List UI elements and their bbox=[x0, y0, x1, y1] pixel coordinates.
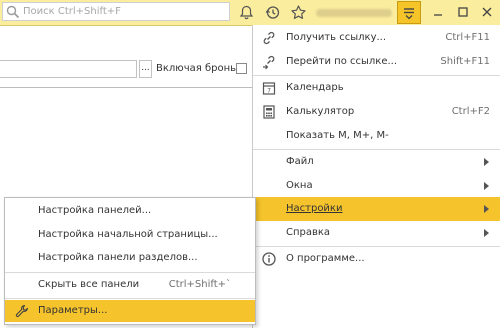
svg-text:7: 7 bbox=[267, 88, 271, 95]
settings-submenu: Настройка панелей... Настройка начальной… bbox=[4, 197, 256, 325]
submenu-arrow-icon bbox=[484, 205, 489, 213]
menu-item-label: Показать М, М+, М- bbox=[286, 130, 389, 141]
submenu-separator bbox=[5, 272, 255, 273]
submenu-arrow-icon bbox=[484, 158, 489, 166]
menu-item-goto-link[interactable]: Перейти по ссылке... Shift+F11 bbox=[253, 50, 500, 74]
calculator-icon bbox=[261, 104, 277, 120]
main-menu-dropdown: Получить ссылку... Ctrl+F11 Перейти по с… bbox=[252, 25, 500, 328]
menu-item-shortcut: Ctrl+F11 bbox=[445, 32, 490, 43]
info-icon bbox=[261, 251, 277, 267]
menu-item-label: Перейти по ссылке... bbox=[286, 56, 398, 67]
menu-item-label: Справка bbox=[286, 227, 331, 238]
submenu-item-hide-all-panels[interactable]: Скрыть все панели Ctrl+Shift+` bbox=[5, 274, 255, 296]
menu-item-label: Окна bbox=[286, 180, 313, 191]
submenu-item-start-page-setup[interactable]: Настройка начальной страницы... bbox=[5, 224, 255, 246]
menu-item-label: Файл bbox=[286, 156, 314, 167]
menu-item-help[interactable]: Справка bbox=[253, 221, 500, 245]
menu-item-settings[interactable]: Настройки bbox=[253, 197, 500, 221]
minimize-icon[interactable] bbox=[430, 4, 446, 20]
calendar-icon: 7 bbox=[261, 80, 277, 96]
submenu-item-label: Настройка панели разделов... bbox=[38, 252, 198, 263]
close-icon[interactable] bbox=[479, 4, 495, 20]
filter-input[interactable] bbox=[0, 60, 137, 78]
menu-item-windows[interactable]: Окна bbox=[253, 174, 500, 198]
menu-item-get-link[interactable]: Получить ссылку... Ctrl+F11 bbox=[253, 26, 500, 50]
reservation-label: Включая бронь: bbox=[156, 63, 240, 74]
main-menu-button[interactable] bbox=[397, 1, 421, 24]
filter-select-button[interactable]: ... bbox=[139, 60, 152, 78]
submenu-item-sections-panel-setup[interactable]: Настройка панели разделов... bbox=[5, 247, 255, 269]
menu-item-show-memory[interactable]: Показать М, М+, М- bbox=[253, 124, 500, 148]
submenu-item-label: Скрыть все панели bbox=[38, 279, 140, 290]
submenu-arrow-icon bbox=[484, 182, 489, 190]
menu-item-label: Настройки bbox=[286, 203, 342, 214]
form-divider bbox=[0, 87, 252, 88]
hamburger-menu-icon bbox=[404, 8, 414, 20]
submenu-item-parameters[interactable]: Параметры... bbox=[5, 300, 255, 322]
menu-item-about[interactable]: О программе... bbox=[253, 247, 500, 271]
star-icon[interactable] bbox=[290, 4, 307, 21]
menu-item-label-text: Настройки bbox=[286, 203, 343, 214]
menu-item-shortcut: Ctrl+F2 bbox=[451, 106, 490, 117]
menu-item-shortcut: Shift+F11 bbox=[440, 56, 490, 67]
menu-item-file[interactable]: Файл bbox=[253, 150, 500, 174]
submenu-item-label: Настройка панелей... bbox=[38, 205, 152, 216]
reservation-checkbox[interactable] bbox=[236, 63, 247, 74]
submenu-separator bbox=[5, 298, 255, 299]
search-placeholder: Поиск Ctrl+Shift+F bbox=[23, 6, 121, 17]
bell-icon[interactable] bbox=[238, 4, 255, 21]
maximize-icon[interactable] bbox=[455, 4, 471, 20]
submenu-item-shortcut: Ctrl+Shift+` bbox=[168, 279, 231, 290]
submenu-arrow-icon bbox=[484, 229, 489, 237]
submenu-item-label: Параметры... bbox=[38, 305, 108, 316]
search-icon bbox=[6, 5, 20, 19]
search-box[interactable]: Поиск Ctrl+Shift+F bbox=[2, 2, 230, 21]
menu-item-label: О программе... bbox=[286, 253, 365, 264]
menu-item-calculator[interactable]: Калькулятор Ctrl+F2 bbox=[253, 100, 500, 124]
menu-item-calendar[interactable]: 7 Календарь bbox=[253, 76, 500, 100]
submenu-item-panels-setup[interactable]: Настройка панелей... bbox=[5, 200, 255, 222]
menu-item-label: Получить ссылку... bbox=[286, 32, 387, 43]
user-name-blurred[interactable] bbox=[316, 9, 392, 17]
history-icon[interactable] bbox=[264, 4, 281, 21]
menu-item-label: Калькулятор bbox=[286, 106, 355, 117]
goto-link-icon bbox=[261, 54, 277, 70]
submenu-item-label: Настройка начальной страницы... bbox=[38, 229, 218, 240]
menu-item-label: Календарь bbox=[286, 82, 344, 93]
wrench-icon bbox=[15, 304, 29, 318]
link-icon bbox=[261, 30, 277, 46]
top-bar: Поиск Ctrl+Shift+F bbox=[0, 0, 500, 26]
